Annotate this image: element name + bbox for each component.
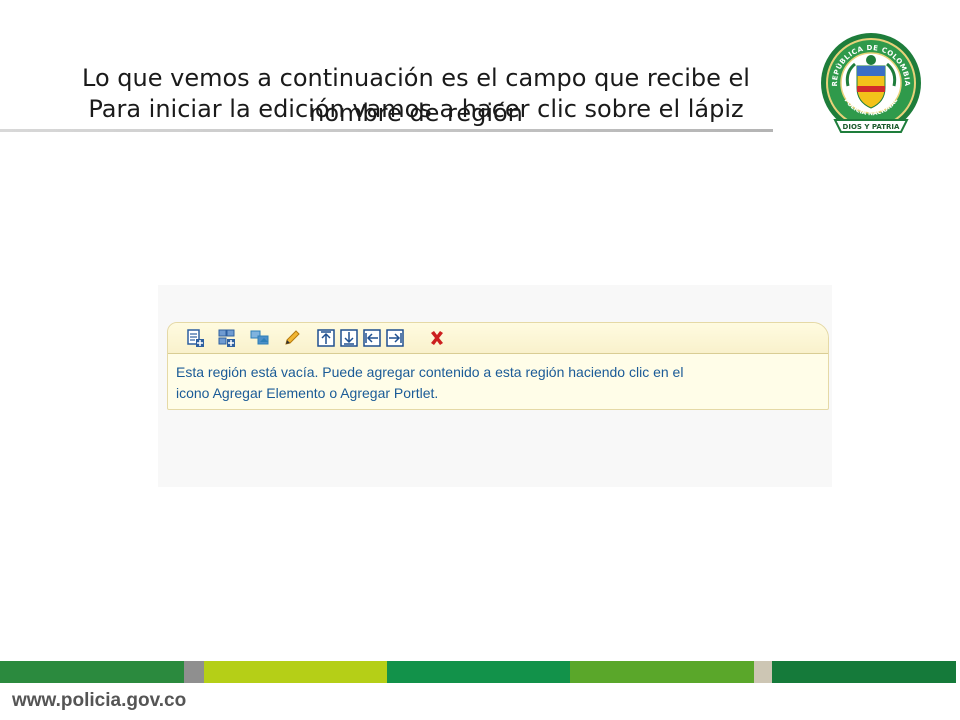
footer-bar-7 [772, 661, 956, 683]
footer-bar-3 [204, 661, 387, 683]
footer-bar-2 [184, 661, 204, 683]
delete-x-icon[interactable] [427, 328, 447, 348]
region-screenshot: Esta región está vacía. Puede agregar co… [158, 285, 832, 487]
footer-bar-5 [570, 661, 754, 683]
add-portlet-icon[interactable] [217, 328, 237, 348]
footer-bar-1 [0, 661, 184, 683]
arrow-left-icon[interactable] [362, 328, 382, 348]
title-underline [0, 129, 773, 132]
add-item-icon[interactable] [186, 328, 206, 348]
empty-region-message-line-2: icono Agregar Elemento o Agregar Portlet… [176, 385, 439, 401]
logo-ribbon-text: DIOS Y PATRIA [843, 123, 900, 131]
empty-region-panel: Esta región está vacía. Puede agregar co… [167, 322, 829, 410]
arrow-up-icon[interactable] [316, 328, 336, 348]
move-content-icon[interactable] [250, 328, 270, 348]
empty-region-message: Esta región está vacía. Puede agregar co… [176, 362, 816, 404]
arrow-down-icon[interactable] [339, 328, 359, 348]
slide-title-line-1: Lo que vemos a continuación es el campo … [82, 64, 750, 92]
empty-region-message-line-1: Esta región está vacía. Puede agregar co… [176, 364, 684, 380]
region-toolbar [168, 323, 828, 354]
arrow-right-icon[interactable] [385, 328, 405, 348]
footer-url[interactable]: www.policia.gov.co [12, 690, 186, 712]
pencil-icon[interactable] [282, 328, 302, 348]
footer-bar-6 [754, 661, 772, 683]
footer-bar-4 [387, 661, 570, 683]
police-shield-emblem-icon: REPÚBLICA DE COLOMBIA POLICÍA NACIONAL D… [821, 33, 921, 133]
slide-title-line-3: Para iniciar la edición vamos a hacer cl… [88, 95, 744, 123]
